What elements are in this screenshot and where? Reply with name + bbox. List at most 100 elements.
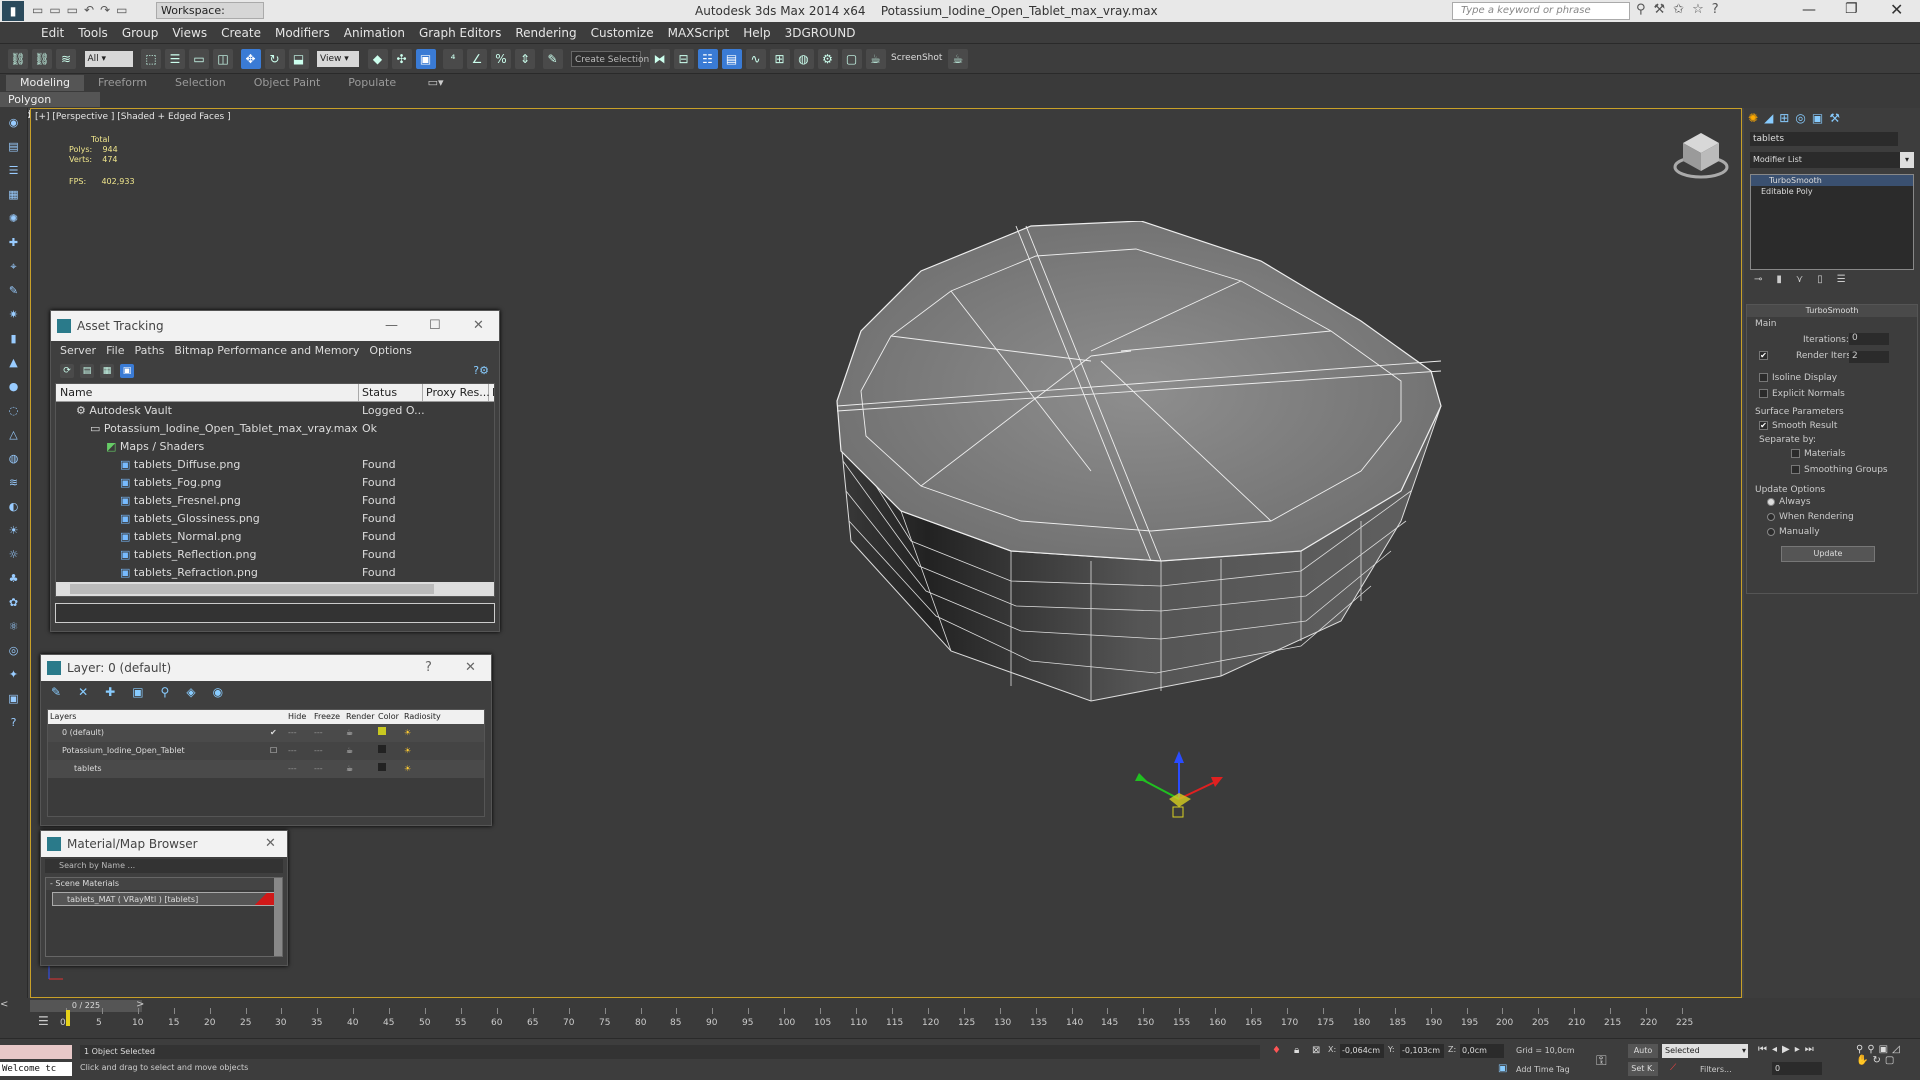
table-row[interactable]: ▣ tablets_Reflection.png Found — [56, 546, 494, 564]
create-tab-icon[interactable]: ✺ — [1748, 111, 1764, 125]
isoline-row[interactable]: Isoline Display — [1747, 369, 1917, 387]
configure-sets-icon[interactable]: ☰ — [1837, 274, 1860, 285]
render-iters-checkbox[interactable]: ✔ — [1759, 351, 1768, 360]
asset-menu-bitmap[interactable]: Bitmap Performance and Memory — [169, 344, 364, 357]
menu-rendering[interactable]: Rendering — [508, 22, 583, 44]
align-icon[interactable]: ⊟ — [673, 49, 694, 69]
object-name-field[interactable]: tablets — [1750, 132, 1898, 146]
goto-start-icon[interactable]: ⏮ — [1758, 1044, 1772, 1055]
compass-icon[interactable]: ✦ — [5, 666, 23, 684]
menu-maxscript[interactable]: MAXScript — [661, 22, 737, 44]
table-row[interactable]: ⚙ Autodesk Vault Logged O... — [56, 402, 494, 420]
material-icon[interactable]: ◐ — [5, 498, 23, 516]
menu-create[interactable]: Create — [214, 22, 268, 44]
unlink-icon[interactable]: ⛓ — [32, 49, 52, 69]
menu-edit[interactable]: Edit — [34, 22, 71, 44]
asset-menu-file[interactable]: File — [101, 344, 129, 357]
layer-row[interactable]: 0 (default) ✔ --- --- ☕ ☀ — [48, 724, 484, 742]
x-coord-field[interactable]: -0,064cm — [1340, 1044, 1384, 1058]
key-mode-icon[interactable]: ⟋ — [1670, 1063, 1676, 1073]
modify-tab-icon[interactable]: ◢ — [1764, 111, 1779, 125]
select-scale-icon[interactable]: ⬓ — [288, 49, 309, 69]
foliage-icon[interactable]: ✿ — [5, 594, 23, 612]
menu-help[interactable]: Help — [736, 22, 777, 44]
shape-icon[interactable]: ✎ — [5, 282, 23, 300]
track-bar-icon[interactable]: ☰ — [38, 1014, 49, 1028]
hair-icon[interactable]: ≋ — [5, 474, 23, 492]
torus-icon[interactable]: ◌ — [5, 402, 23, 420]
tree-icon[interactable]: ♣ — [5, 570, 23, 588]
explicit-normals-row[interactable]: Explicit Normals — [1747, 387, 1917, 405]
active-layer-check-icon[interactable]: ✔ — [270, 724, 288, 742]
col-status[interactable]: Status — [359, 384, 423, 401]
globe-icon[interactable]: ◎ — [5, 642, 23, 660]
asset-list-icon[interactable]: ▤ — [80, 364, 94, 378]
always-row[interactable]: Always — [1747, 497, 1917, 512]
menu-customize[interactable]: Customize — [584, 22, 661, 44]
asset-help-icon[interactable]: ?⚙ — [473, 364, 489, 377]
close-button[interactable]: ✕ — [1890, 0, 1903, 19]
zoom-icon[interactable]: ⚲ — [1856, 1044, 1867, 1055]
select-object-icon[interactable]: ⬚ — [141, 49, 161, 69]
layer-select-box-icon[interactable]: ☐ — [270, 742, 288, 760]
hide-all-icon[interactable]: ◈ — [186, 685, 212, 699]
minimize-button[interactable]: — — [1802, 2, 1816, 18]
selection-filter-select[interactable]: All ▾ — [84, 51, 133, 67]
mirror-icon[interactable]: ⧓ — [649, 49, 670, 69]
highlight-layer-icon[interactable]: ⚲ — [161, 685, 187, 699]
tab-object-paint[interactable]: Object Paint — [240, 75, 335, 91]
material-editor-icon[interactable]: ◍ — [793, 49, 814, 69]
freeze-toggle[interactable]: --- — [314, 724, 346, 742]
named-selection-set-select[interactable]: Create Selection S — [571, 51, 658, 67]
environment-icon[interactable]: ☼ — [5, 546, 23, 564]
dynamics-icon[interactable]: ⚛ — [5, 618, 23, 636]
helper-icon[interactable]: ✚ — [5, 234, 23, 252]
screenshot-label[interactable]: ScreenShot — [891, 53, 942, 63]
render-frame-icon[interactable]: ▢ — [841, 49, 862, 69]
new-layer-icon[interactable]: ✎ — [51, 685, 78, 699]
layer-color-swatch[interactable] — [378, 727, 386, 735]
viewport-label[interactable]: [+] [Perspective ] [Shaded + Edged Faces… — [35, 112, 231, 122]
screenshot-icon[interactable]: ☕ — [947, 49, 968, 69]
script-icon[interactable]: ▣ — [5, 690, 23, 708]
hide-toggle[interactable]: --- — [288, 724, 314, 742]
layer-color-swatch[interactable] — [378, 763, 386, 771]
select-in-layer-icon[interactable]: ▣ — [132, 685, 160, 699]
render-production-icon[interactable]: ☕ — [865, 49, 886, 69]
polygon-modeling-panel[interactable]: Polygon Modeling — [0, 92, 100, 121]
key-filter-select[interactable]: Selected ▾ — [1662, 1044, 1748, 1058]
ribbon-options-icon[interactable]: ▭▾ — [414, 75, 458, 91]
infocenter-icons[interactable]: ⚲⚒✩☆? — [1636, 2, 1727, 17]
col-layers[interactable]: Layers — [48, 710, 288, 724]
menu-views[interactable]: Views — [165, 22, 214, 44]
update-button[interactable]: Update — [1781, 546, 1875, 562]
render-iters-spinner[interactable]: 2 — [1849, 351, 1889, 363]
window-crossing-icon[interactable]: ◫ — [213, 49, 233, 69]
help-icon[interactable]: ? — [5, 714, 23, 732]
asset-maximize-button[interactable]: ☐ — [429, 311, 441, 341]
table-row[interactable]: ▣ tablets_Fog.png Found — [56, 474, 494, 492]
timeline-track[interactable]: 0 5 10 15 20 25 30 35 40 45 50 55 60 65 70 75 80 85 90 95 10… — [60, 998, 1706, 1038]
layer-color-swatch[interactable] — [378, 745, 386, 753]
time-slider-left-arrow-icon[interactable]: < — [0, 999, 8, 1010]
render-teapot-icon[interactable]: ☕ — [346, 724, 378, 742]
angle-snap-icon[interactable]: ∠ — [467, 49, 487, 69]
bind-spacewarp-icon[interactable]: ≋ — [56, 49, 76, 69]
asset-tracking-titlebar[interactable]: Asset Tracking — ☐ ✕ — [51, 311, 499, 341]
smoothing-groups-row[interactable]: Smoothing Groups — [1747, 465, 1917, 483]
rect-selection-icon[interactable]: ▭ — [189, 49, 209, 69]
maxscript-listener[interactable] — [0, 1045, 72, 1059]
tab-selection[interactable]: Selection — [161, 75, 240, 91]
current-frame-field[interactable]: 0 — [1772, 1062, 1822, 1075]
asset-menu-paths[interactable]: Paths — [130, 344, 170, 357]
reference-coord-select[interactable]: View ▾ — [317, 51, 359, 67]
isolate-icon[interactable]: ♦ — [1272, 1045, 1281, 1056]
select-rotate-icon[interactable]: ↻ — [264, 49, 285, 69]
orbit-icon[interactable]: ↻ — [1872, 1055, 1884, 1066]
make-unique-icon[interactable]: ⋎ — [1796, 274, 1817, 285]
when-rendering-row[interactable]: When Rendering — [1747, 512, 1917, 527]
hide-toggle[interactable]: --- — [288, 760, 314, 778]
sphere-icon[interactable]: ● — [5, 378, 23, 396]
link-icon[interactable]: ⛓ — [8, 49, 28, 69]
y-coord-field[interactable]: -0,103cm — [1400, 1044, 1444, 1058]
